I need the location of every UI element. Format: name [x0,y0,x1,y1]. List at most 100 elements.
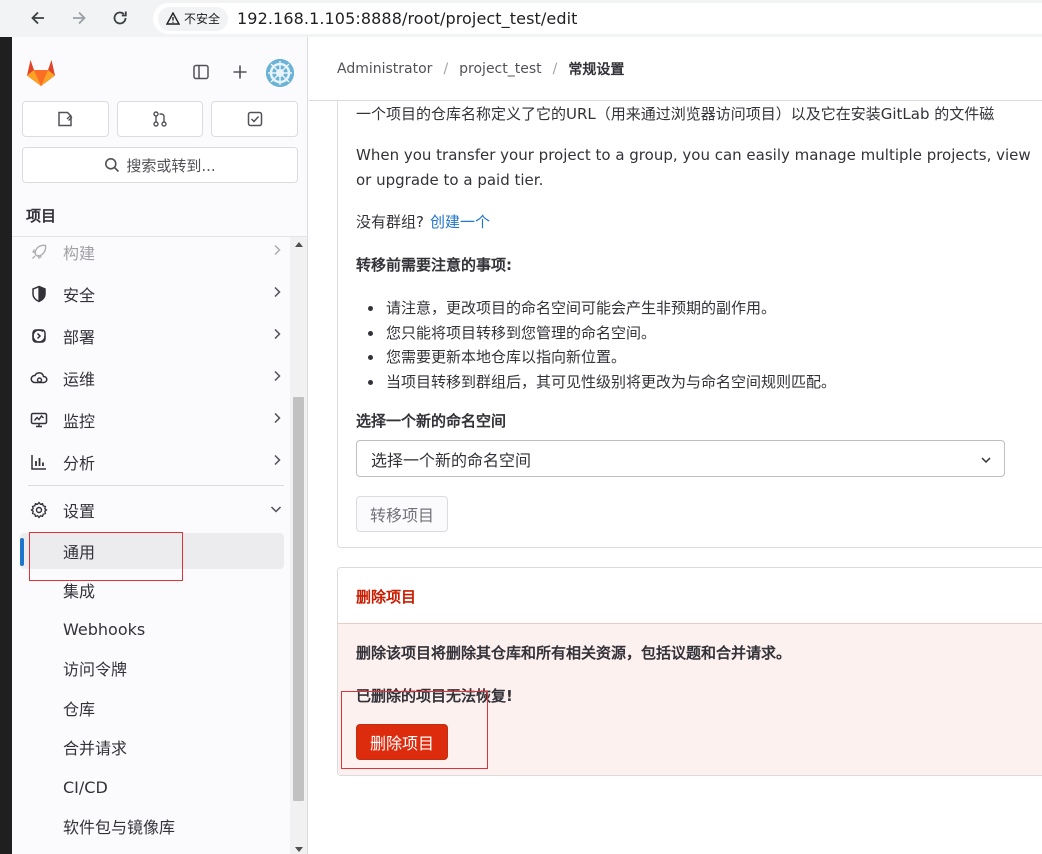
sidebar-item-label: 监控 [63,412,96,431]
chevron-right-icon [272,328,282,344]
active-indicator [20,538,24,566]
delete-panel-header: 删除项目 [338,568,1042,624]
monitor-icon [30,411,48,429]
sidebar-subitem-merge-requests[interactable]: 合并请求 [20,729,284,765]
delete-title: 删除项目 [356,588,417,606]
sidebar-item-label: 运维 [63,370,96,389]
toggle-sidebar-icon[interactable] [190,61,212,83]
sidebar-item-analyze[interactable]: 分析 [20,444,286,480]
warning-icon [166,12,180,25]
sidebar-subitem-access-tokens[interactable]: 访问令牌 [20,650,284,686]
search-label: 搜索或转到... [126,156,216,175]
create-group-link[interactable]: 创建一个 [430,213,490,231]
breadcrumb: Administrator / project_test / 常规设置 [309,37,1042,101]
plus-icon[interactable] [229,61,251,83]
breadcrumb-item[interactable]: project_test [459,61,541,77]
merge-request-icon [153,111,167,127]
subitem-label: 合并请求 [63,739,128,758]
address-bar[interactable]: 不安全 192.168.1.105:8888/root/project_test… [153,3,1042,34]
gitlab-logo-icon[interactable] [25,57,57,87]
sidebar-item-label: 构建 [63,244,96,263]
notes-list: 请注意，更改项目的命名空间可能会产生非预期的副作用。 您只能将项目转移到您管理的… [356,296,836,394]
list-item: 当项目转移到群组后，其可见性级别将更改为与命名空间规则匹配。 [356,370,836,395]
issues-button[interactable] [22,101,109,137]
subitem-label: CI/CD [63,777,108,797]
window-edge [0,37,12,854]
chevron-down-icon [270,502,282,518]
scroll-down-icon[interactable] [295,847,303,852]
todos-button[interactable] [211,101,299,137]
merge-requests-button[interactable] [116,101,204,137]
no-group-row: 没有群组? 创建一个 [356,210,490,235]
sidebar-subitem-packages-registries[interactable]: 软件包与镜像库 [20,808,284,844]
sidebar-item-build[interactable]: 构建 [20,237,286,270]
sidebar-item-label: 安全 [63,286,96,305]
transfer-project-panel: 一个项目的仓库名称定义了它的URL（用来通过浏览器访问项目）以及它在安装GitL… [337,101,1042,548]
sidebar-header [12,37,308,99]
list-item: 请注意，更改项目的命名空间可能会产生非预期的副作用。 [356,296,836,321]
namespace-select[interactable]: 选择一个新的命名空间 [356,440,1005,477]
chevron-right-icon [272,286,282,302]
breadcrumb-separator: / [552,60,558,77]
group-info-text: When you transfer your project to a grou… [356,146,1031,164]
sidebar-item-monitor[interactable]: 监控 [20,402,286,438]
security-label: 不安全 [184,12,221,26]
subitem-label: 集成 [63,582,96,601]
list-item: 您需要更新本地仓库以指向新位置。 [356,345,836,370]
breadcrumb-current[interactable]: 常规设置 [568,59,624,79]
namespace-label: 选择一个新的命名空间 [356,412,507,430]
shield-icon [30,285,48,303]
no-group-text: 没有群组? [356,213,424,231]
forward-arrow-icon[interactable] [67,6,91,30]
deploy-icon [30,327,48,345]
scroll-thumb[interactable] [293,397,304,801]
sidebar-subitem-cicd[interactable]: CI/CD [20,769,284,805]
search-button[interactable]: 搜索或转到... [22,147,298,183]
subitem-label: 软件包与镜像库 [63,818,176,837]
sidebar-item-operate[interactable]: 运维 [20,360,286,396]
notes-title: 转移前需要注意的事项: [356,256,512,274]
sidebar-item-deploy[interactable]: 部署 [20,318,286,354]
sidebar-item-label: 部署 [63,328,96,347]
sidebar-subitem-repository[interactable]: 仓库 [20,690,284,726]
sidebar-item-settings[interactable]: 设置 [20,492,286,528]
namespace-placeholder: 选择一个新的命名空间 [371,450,532,470]
todo-icon [247,111,262,127]
subitem-label: 访问令牌 [63,660,128,679]
sidebar-item-label: 分析 [63,454,96,473]
subitem-label: Webhooks [63,619,146,639]
reload-icon[interactable] [108,6,132,30]
chevron-right-icon [272,454,282,470]
annotation-box [341,691,488,769]
settings-icon [30,501,48,519]
subitem-label: 仓库 [63,700,96,719]
chevron-right-icon [272,244,282,260]
chevron-right-icon [272,412,282,428]
cloud-gear-icon [30,369,48,387]
nav-separator [28,485,284,486]
sidebar-subitem-webhooks[interactable]: Webhooks [20,611,284,647]
scroll-up-icon[interactable] [295,242,303,247]
sidebar: 搜索或转到... 项目 构建 安全 部署 运维 监控 分析 设置 通用 集成 W… [12,37,308,854]
security-chip[interactable]: 不安全 [158,6,229,31]
sidebar-scrollbar[interactable] [290,237,307,854]
issue-icon [58,111,73,127]
quick-actions [22,101,299,137]
chevron-right-icon [272,370,282,386]
avatar[interactable] [266,59,294,87]
breadcrumb-item[interactable]: Administrator [337,61,432,77]
list-item: 您只能将项目转移到您管理的命名空间。 [356,321,836,346]
chart-icon [30,453,48,471]
url-text[interactable]: 192.168.1.105:8888/root/project_test/edi… [237,9,578,28]
transfer-project-button[interactable]: 转移项目 [356,496,449,532]
chevron-down-icon [980,451,992,470]
intro-text: 一个项目的仓库名称定义了它的URL（用来通过浏览器访问项目）以及它在安装GitL… [356,105,995,123]
browser-toolbar: 不安全 192.168.1.105:8888/root/project_test… [0,0,1042,37]
rocket-icon [30,243,48,261]
breadcrumb-separator: / [443,60,449,77]
sidebar-item-security[interactable]: 安全 [20,276,286,312]
annotation-box [29,532,183,581]
search-icon [105,158,120,173]
section-title: 项目 [26,207,57,225]
back-arrow-icon[interactable] [26,6,50,30]
